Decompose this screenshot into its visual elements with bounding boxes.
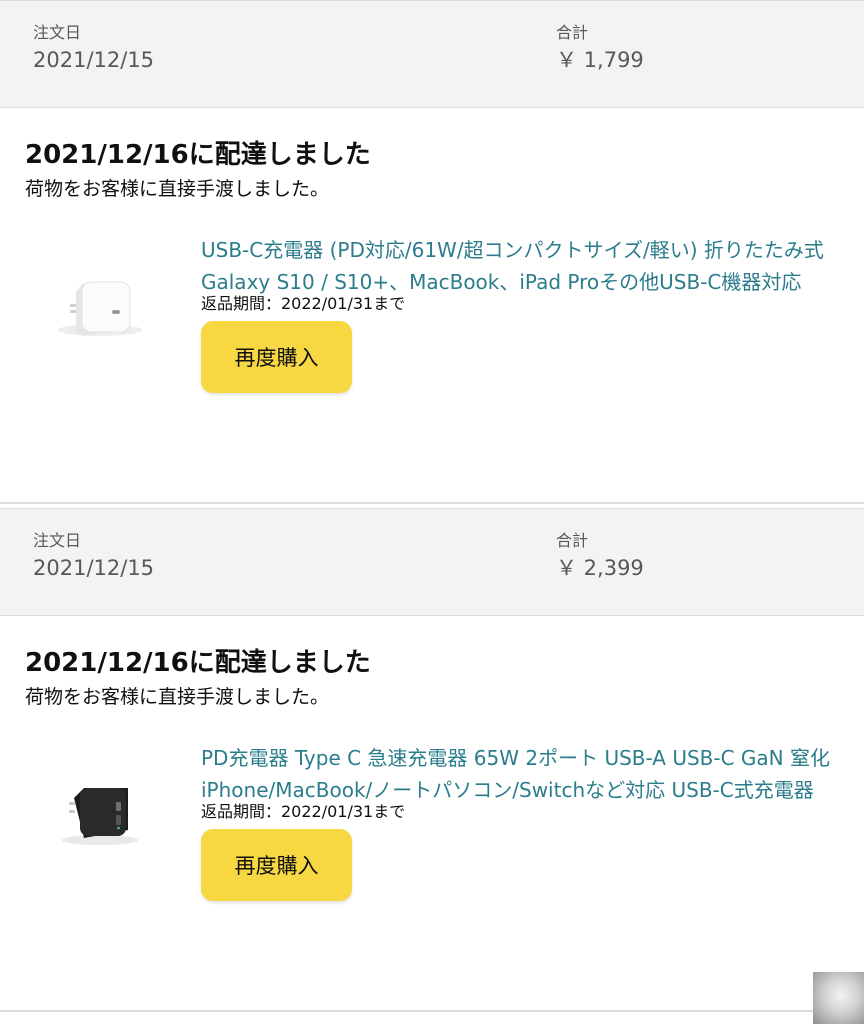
divider — [0, 1010, 864, 1012]
product-image[interactable] — [50, 250, 150, 340]
white-usb-c-charger-icon — [58, 281, 142, 336]
return-window: 返品期間：2022/01/31まで — [201, 802, 406, 821]
product-title-line1[interactable]: USB-C充電器 (PD対応/61W/超コンパクトサイズ/軽い) 折りたたみ式 — [201, 234, 864, 266]
return-window: 返品期間：2022/01/31まで — [201, 294, 406, 313]
divider — [0, 502, 864, 504]
order-date-label: 注文日 — [33, 531, 82, 550]
order-date-value: 2021/12/15 — [33, 48, 155, 72]
delivery-status: 2021/12/16に配達しました — [25, 648, 371, 678]
delivery-detail: 荷物をお客様に直接手渡しました。 — [25, 178, 330, 200]
product-title-line1[interactable]: PD充電器 Type C 急速充電器 65W 2ポート USB-A USB-C … — [201, 742, 864, 774]
delivery-status: 2021/12/16に配達しました — [25, 140, 371, 170]
buy-again-button[interactable]: 再度購入 — [201, 321, 352, 393]
order-header: 注文日 2021/12/15 合計 ￥ 1,799 — [0, 0, 864, 108]
shipment-card: 2021/12/16に配達しました 荷物をお客様に直接手渡しました。 PD充電器… — [0, 616, 864, 1010]
order-total-block: 合計 ￥ 1,799 — [556, 23, 644, 74]
floating-thumbnail[interactable] — [813, 972, 864, 1024]
order-total-value: ￥ 2,399 — [556, 556, 644, 580]
order-date-label: 注文日 — [33, 23, 82, 42]
order-date-value: 2021/12/15 — [33, 556, 155, 580]
product-title-link[interactable]: USB-C充電器 (PD対応/61W/超コンパクトサイズ/軽い) 折りたたみ式 … — [201, 234, 864, 298]
order-total-block: 合計 ￥ 2,399 — [556, 531, 644, 582]
order-total-label: 合計 — [556, 531, 589, 550]
black-gan-charger-icon — [62, 788, 138, 845]
order-header: 注文日 2021/12/15 合計 ￥ 2,399 — [0, 508, 864, 616]
order-date-block: 注文日 2021/12/15 — [33, 531, 154, 582]
order-total-label: 合計 — [556, 23, 589, 42]
product-title-link[interactable]: PD充電器 Type C 急速充電器 65W 2ポート USB-A USB-C … — [201, 742, 864, 806]
buy-again-button[interactable]: 再度購入 — [201, 829, 352, 901]
order-date-block: 注文日 2021/12/15 — [33, 23, 154, 74]
shipment-card: 2021/12/16に配達しました 荷物をお客様に直接手渡しました。 USB-C… — [0, 108, 864, 502]
product-image[interactable] — [50, 758, 150, 848]
delivery-detail: 荷物をお客様に直接手渡しました。 — [25, 686, 330, 708]
order-total-value: ￥ 1,799 — [556, 48, 644, 72]
